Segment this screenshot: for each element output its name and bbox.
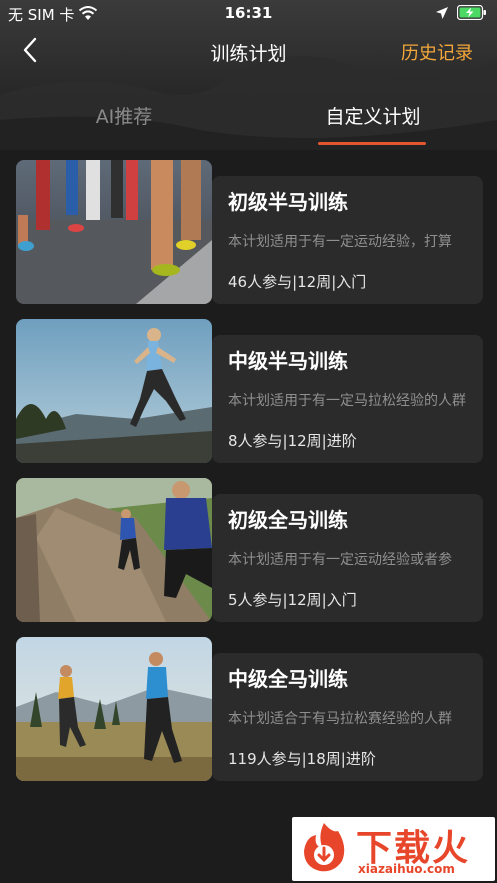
plan-card[interactable]: 中级全马训练 本计划适合于有马拉松赛经验的人群 119人参与|18周|进阶 bbox=[16, 637, 483, 781]
plan-meta: 119人参与|18周|进阶 bbox=[228, 750, 376, 768]
plan-title: 初级全马训练 bbox=[228, 508, 348, 532]
history-records-button[interactable]: 历史记录 bbox=[401, 39, 473, 65]
plan-meta: 5人参与|12周|入门 bbox=[228, 591, 357, 609]
plan-card-info: 中级半马训练 本计划适用于有一定马拉松经验的人群 8人参与|12周|进阶 bbox=[212, 335, 483, 463]
status-time: 16:31 bbox=[224, 4, 273, 22]
plan-title: 中级半马训练 bbox=[228, 349, 348, 373]
plan-card-info: 初级全马训练 本计划适用于有一定运动经验或者参 5人参与|12周|入门 bbox=[212, 494, 483, 622]
plan-photo-couple-running bbox=[16, 637, 212, 781]
plan-photo-great-wall-runners bbox=[16, 478, 212, 622]
plan-meta: 46人参与|12周|入门 bbox=[228, 273, 367, 291]
plan-description: 本计划适用于有一定马拉松经验的人群 bbox=[228, 393, 466, 409]
status-bar: 无 SIM 卡 16:31 bbox=[0, 0, 497, 26]
location-arrow-icon bbox=[435, 6, 449, 24]
plan-photo-runners-feet bbox=[16, 160, 212, 304]
plan-description: 本计划适合于有马拉松赛经验的人群 bbox=[228, 711, 452, 727]
plan-tabs: AI推荐 自定义计划 bbox=[0, 96, 497, 148]
plan-card-info: 初级半马训练 本计划适用于有一定运动经验，打算 46人参与|12周|入门 bbox=[212, 176, 483, 304]
plan-card[interactable]: 中级半马训练 本计划适用于有一定马拉松经验的人群 8人参与|12周|进阶 bbox=[16, 319, 483, 463]
plan-card-info: 中级全马训练 本计划适合于有马拉松赛经验的人群 119人参与|18周|进阶 bbox=[212, 653, 483, 781]
plan-card[interactable]: 初级全马训练 本计划适用于有一定运动经验或者参 5人参与|12周|入门 bbox=[16, 478, 483, 622]
battery-charging-icon bbox=[456, 4, 487, 24]
plan-description: 本计划适用于有一定运动经验或者参 bbox=[228, 552, 452, 568]
tab-ai-recommend[interactable]: AI推荐 bbox=[64, 102, 184, 129]
plan-photo-woman-running-cliff bbox=[16, 319, 212, 463]
tab-custom-plan[interactable]: 自定义计划 bbox=[306, 102, 440, 129]
watermark-domain: xiazaihuo.com bbox=[358, 862, 455, 876]
plan-meta: 8人参与|12周|进阶 bbox=[228, 432, 357, 450]
active-tab-indicator bbox=[318, 142, 426, 145]
nav-bar: 训练计划 历史记录 bbox=[0, 30, 497, 74]
plan-title: 初级半马训练 bbox=[228, 190, 348, 214]
plan-description: 本计划适用于有一定运动经验，打算 bbox=[228, 234, 452, 250]
plan-title: 中级全马训练 bbox=[228, 667, 348, 691]
flame-download-icon bbox=[298, 821, 350, 873]
watermark-logo: 下载火 xiazaihuo.com bbox=[292, 817, 495, 881]
plan-card[interactable]: 初级半马训练 本计划适用于有一定运动经验，打算 46人参与|12周|入门 bbox=[16, 160, 483, 304]
